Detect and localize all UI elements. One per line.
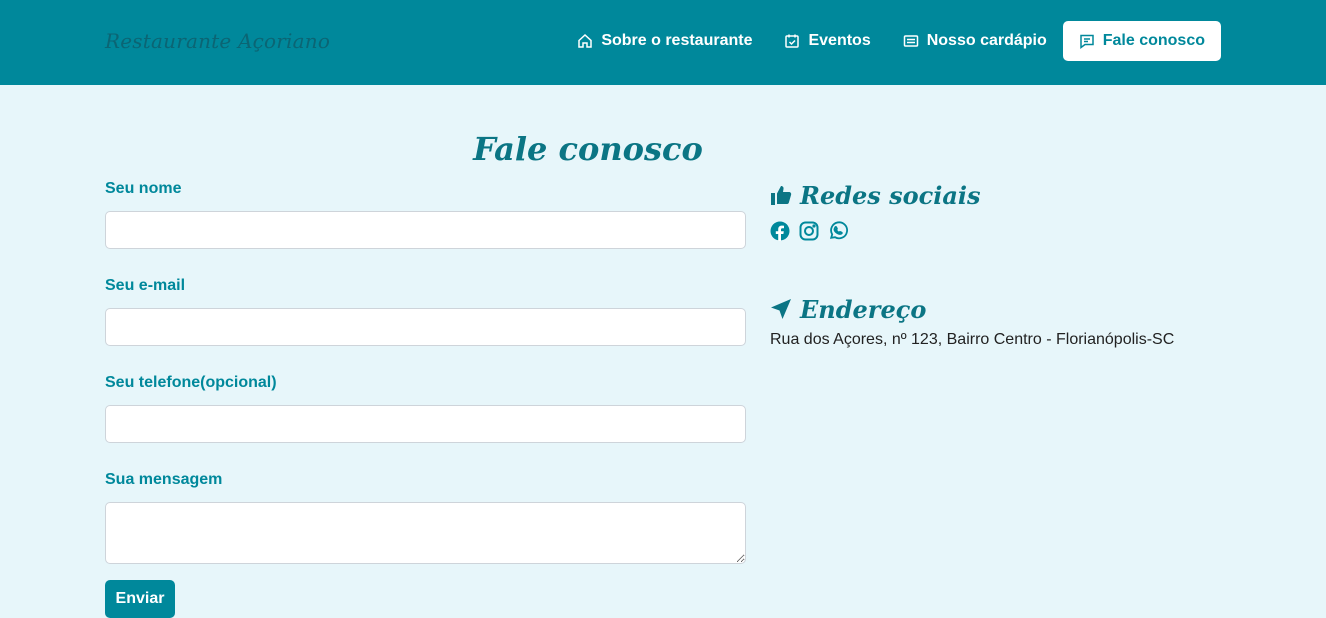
menu-list-icon bbox=[903, 35, 918, 47]
name-input[interactable] bbox=[105, 211, 746, 249]
phone-label: Seu telefone(opcional) bbox=[105, 374, 277, 391]
contact-sidebar: Redes sociais Endereço Rua dos Açores, n… bbox=[770, 178, 1220, 349]
address-heading: Endereço bbox=[800, 294, 927, 324]
nav-item-label: Fale conosco bbox=[1102, 32, 1205, 49]
nav-item-eventos[interactable]: Eventos bbox=[768, 21, 886, 61]
contact-form: Seu nome Seu e-mail Seu telefone(opciona… bbox=[105, 180, 746, 618]
nav-item-fale-conosco[interactable]: Fale conosco bbox=[1062, 21, 1221, 61]
address-heading-row: Endereço bbox=[770, 292, 1220, 326]
phone-input[interactable] bbox=[105, 405, 746, 443]
main-nav: Sobre o restaurante Eventos Nosso cardáp… bbox=[561, 21, 1221, 61]
facebook-icon bbox=[770, 221, 790, 241]
social-links bbox=[770, 219, 1220, 243]
thumbs-up-icon bbox=[771, 186, 792, 205]
nav-item-label: Nosso cardápio bbox=[926, 32, 1047, 49]
social-heading: Redes sociais bbox=[800, 180, 981, 210]
nav-item-label: Sobre o restaurante bbox=[601, 32, 753, 49]
nav-item-sobre[interactable]: Sobre o restaurante bbox=[561, 21, 768, 61]
address-block: Endereço Rua dos Açores, nº 123, Bairro … bbox=[770, 292, 1220, 349]
navbar: Restaurante Açoriano Sobre o restaurante… bbox=[0, 0, 1326, 85]
whatsapp-icon bbox=[829, 221, 848, 240]
whatsapp-link[interactable] bbox=[828, 221, 848, 241]
name-label: Seu nome bbox=[105, 180, 182, 197]
social-heading-row: Redes sociais bbox=[770, 178, 1220, 212]
location-arrow-icon bbox=[771, 299, 791, 319]
nav-item-label: Eventos bbox=[808, 32, 871, 49]
email-input[interactable] bbox=[105, 308, 746, 346]
calendar-check-icon bbox=[785, 34, 800, 48]
address-text: Rua dos Açores, nº 123, Bairro Centro - … bbox=[770, 331, 1175, 348]
message-label: Sua mensagem bbox=[105, 471, 223, 488]
page-title: Fale conosco bbox=[473, 130, 703, 168]
instagram-icon bbox=[799, 221, 819, 241]
instagram-link[interactable] bbox=[799, 221, 819, 241]
brand-logo[interactable]: Restaurante Açoriano bbox=[105, 29, 330, 53]
home-icon bbox=[578, 33, 593, 48]
page-title-wrap: Fale conosco bbox=[0, 130, 1326, 168]
facebook-link[interactable] bbox=[770, 221, 790, 241]
chat-icon bbox=[1080, 34, 1094, 49]
nav-item-cardapio[interactable]: Nosso cardápio bbox=[887, 21, 1063, 61]
message-textarea[interactable] bbox=[105, 502, 746, 564]
email-label: Seu e-mail bbox=[105, 277, 186, 294]
submit-button[interactable]: Enviar bbox=[105, 580, 175, 618]
